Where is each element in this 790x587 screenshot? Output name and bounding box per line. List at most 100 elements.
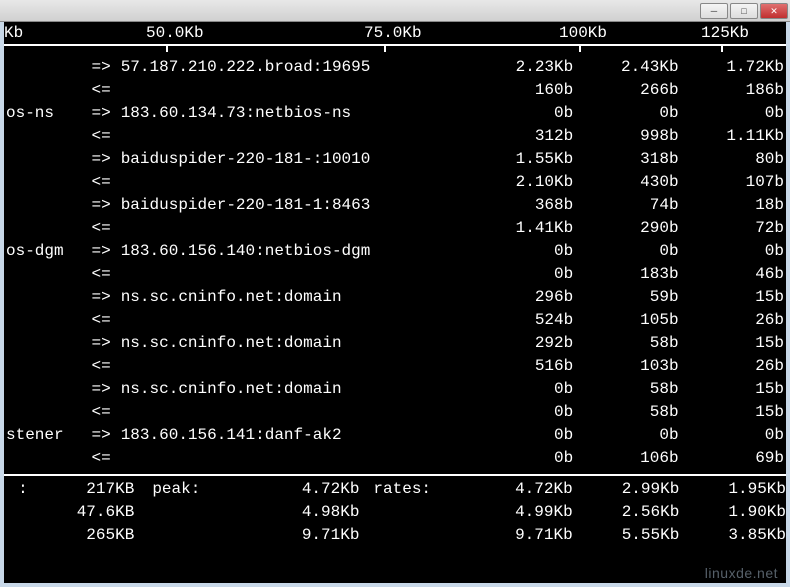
bandwidth-scale-ticks [4, 44, 786, 56]
rate-2s: 0b [470, 424, 575, 447]
remote-host: baiduspider-220-181-:10010 [119, 148, 470, 171]
rate-10s: 74b [575, 194, 680, 217]
remote-host [119, 355, 470, 378]
rate-10s: 59b [575, 286, 680, 309]
local-host [4, 125, 84, 148]
rate-10s: 0b [575, 424, 680, 447]
rate-2s: 0b [470, 378, 575, 401]
watermark: linuxde.net [705, 565, 778, 581]
rate-2s: 1.55Kb [470, 148, 575, 171]
rate-40s: 26b [681, 355, 786, 378]
local-host [4, 194, 84, 217]
scale-tick [166, 44, 168, 52]
rate-10s: 0b [575, 240, 680, 263]
remote-host [119, 263, 470, 286]
rate-2s: 312b [470, 125, 575, 148]
rate-10s: 0b [575, 102, 680, 125]
connection-row: stener=>183.60.156.141:danf-ak20b0b0b [4, 424, 786, 447]
stats-row: :217KBpeak:4.72Kbrates:4.72Kb2.99Kb1.95K… [4, 478, 786, 501]
rate-10s: 998b [575, 125, 680, 148]
connection-row: =>ns.sc.cninfo.net:domain296b59b15b [4, 286, 786, 309]
rate-10s: 183b [575, 263, 680, 286]
rate-col-3: 1.95Kb [679, 478, 786, 501]
remote-host [119, 171, 470, 194]
connection-row: =>ns.sc.cninfo.net:domain292b58b15b [4, 332, 786, 355]
direction-arrow: => [84, 148, 119, 171]
rate-40s: 15b [681, 286, 786, 309]
rate-2s: 1.41Kb [470, 217, 575, 240]
scale-line [4, 44, 786, 46]
connection-row: =>baiduspider-220-181-:100101.55Kb318b80… [4, 148, 786, 171]
rate-40s: 46b [681, 263, 786, 286]
connection-row: <=0b58b15b [4, 401, 786, 424]
stats-panel: :217KBpeak:4.72Kbrates:4.72Kb2.99Kb1.95K… [4, 476, 786, 547]
rate-col-3: 1.90Kb [679, 501, 786, 524]
maximize-button[interactable]: □ [730, 3, 758, 19]
remote-host: 183.60.156.140:netbios-dgm [119, 240, 470, 263]
rate-2s: 2.23Kb [470, 56, 575, 79]
local-host [4, 171, 84, 194]
direction-arrow: => [84, 56, 119, 79]
local-host [4, 378, 84, 401]
remote-host: 183.60.134.73:netbios-ns [119, 102, 470, 125]
scale-label: 125Kb [701, 24, 749, 42]
close-button[interactable]: ✕ [760, 3, 788, 19]
rate-40s: 18b [681, 194, 786, 217]
rates-label [359, 524, 466, 547]
rate-2s: 292b [470, 332, 575, 355]
connection-row: os-dgm=>183.60.156.140:netbios-dgm0b0b0b [4, 240, 786, 263]
rate-10s: 58b [575, 378, 680, 401]
local-host [4, 263, 84, 286]
scale-tick [721, 44, 723, 52]
rate-40s: 15b [681, 401, 786, 424]
direction-arrow: <= [84, 401, 119, 424]
local-host: os-dgm [4, 240, 84, 263]
local-host [4, 148, 84, 171]
direction-arrow: <= [84, 217, 119, 240]
scale-label: 75.0Kb [364, 24, 422, 42]
bandwidth-scale: Kb50.0Kb75.0Kb100Kb125Kb [4, 22, 786, 44]
direction-arrow: <= [84, 355, 119, 378]
connection-row: <= 1.41Kb290b72b [4, 217, 786, 240]
rate-10s: 318b [575, 148, 680, 171]
rate-40s: 80b [681, 148, 786, 171]
minimize-button[interactable]: ─ [700, 3, 728, 19]
direction-arrow: => [84, 378, 119, 401]
rate-40s: 0b [681, 102, 786, 125]
local-host [4, 56, 84, 79]
connection-row: <= 516b103b26b [4, 355, 786, 378]
stats-row: 47.6KB4.98Kb4.99Kb2.56Kb1.90Kb [4, 501, 786, 524]
cumulative: 265KB [28, 524, 135, 547]
local-host: os-ns [4, 102, 84, 125]
rate-10s: 103b [575, 355, 680, 378]
rate-2s: 0b [470, 102, 575, 125]
local-host: stener [4, 424, 84, 447]
connection-row: <=160b266b186b [4, 79, 786, 102]
connection-row: <=2.10Kb430b107b [4, 171, 786, 194]
connection-row: <=0b106b69b [4, 447, 786, 470]
rate-col-2: 2.56Kb [573, 501, 680, 524]
rate-40s: 1.72Kb [681, 56, 786, 79]
terminal-output: Kb50.0Kb75.0Kb100Kb125Kb =>57.187.210.22… [0, 22, 790, 587]
local-host [4, 447, 84, 470]
rate-40s: 15b [681, 378, 786, 401]
rate-2s: 0b [470, 263, 575, 286]
scale-tick [579, 44, 581, 52]
rate-40s: 107b [681, 171, 786, 194]
connection-row: <=0b183b46b [4, 263, 786, 286]
remote-host: ns.sc.cninfo.net:domain [119, 378, 470, 401]
rates-label: rates: [359, 478, 466, 501]
rate-col-2: 2.99Kb [573, 478, 680, 501]
rate-2s: 516b [470, 355, 575, 378]
stats-label: : [4, 478, 28, 501]
remote-host [119, 309, 470, 332]
rate-40s: 72b [681, 217, 786, 240]
rate-40s: 1.11Kb [681, 125, 786, 148]
rate-10s: 290b [575, 217, 680, 240]
connection-row: =>baiduspider-220-181-1:8463368b74b18b [4, 194, 786, 217]
rates-label [359, 501, 466, 524]
rate-col-1: 9.71Kb [466, 524, 573, 547]
scale-tick [384, 44, 386, 52]
remote-host: 183.60.156.141:danf-ak2 [119, 424, 470, 447]
cumulative: 217KB [28, 478, 135, 501]
